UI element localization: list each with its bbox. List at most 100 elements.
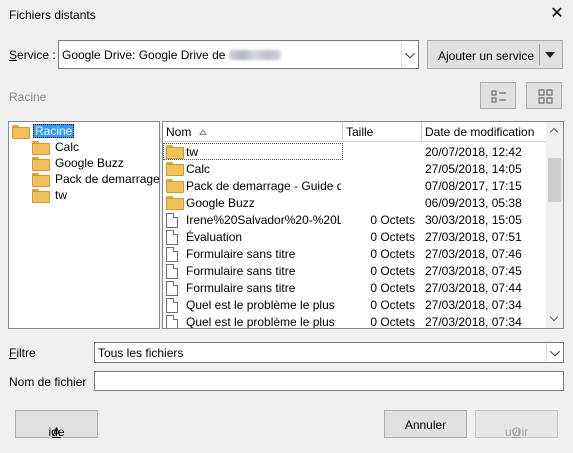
window-title: Fichiers distants	[9, 8, 96, 22]
file-date: 27/05/2018, 14:05	[425, 162, 522, 176]
file-name: Formulaire sans titre	[186, 281, 296, 295]
file-size: 0 Octets	[370, 298, 415, 312]
tree-item-label: Racine	[33, 124, 75, 138]
tree-item-label: Google Buzz	[55, 156, 124, 170]
folder-icon	[166, 145, 184, 159]
tree-item-label: tw	[55, 188, 67, 202]
filter-value: Tous les fichiers	[98, 346, 184, 360]
chevron-down-icon[interactable]	[546, 343, 563, 362]
filename-input[interactable]	[94, 371, 564, 391]
split-divider	[539, 44, 540, 65]
table-row[interactable]: tw 20/07/2018, 12:42	[163, 143, 547, 160]
column-header-label: Nom	[166, 125, 192, 139]
list-view-button[interactable]	[480, 82, 516, 109]
folder-tree[interactable]: Racine Calc Google Buzz Pack de demarrag…	[8, 121, 160, 329]
tree-item-label: Calc	[55, 140, 80, 154]
document-icon	[166, 230, 178, 245]
redacted-account	[229, 50, 282, 60]
service-select[interactable]: Google Drive: Google Drive de	[58, 40, 419, 69]
chevron-down-icon[interactable]	[401, 41, 418, 68]
table-row[interactable]: Google Buzz 06/09/2013, 05:38	[163, 194, 547, 211]
table-row[interactable]: Quel est le problème le plus 0 Octets 27/0…	[163, 296, 547, 313]
filter-label: Filtre	[9, 346, 36, 360]
cancel-button[interactable]: Annuler	[384, 410, 467, 438]
column-header-label: Date de modification	[425, 125, 535, 139]
service-value: Google Drive: Google Drive de	[62, 48, 226, 62]
service-label: Service :	[9, 48, 56, 62]
folder-icon	[32, 189, 50, 203]
folder-icon	[166, 196, 184, 210]
vertical-scrollbar[interactable]	[546, 122, 563, 328]
scroll-down-icon[interactable]	[546, 311, 563, 328]
file-name: Formulaire sans titre	[186, 264, 296, 278]
file-date: 07/08/2017, 17:15	[425, 179, 522, 193]
filename-label: Nom de fichier	[9, 375, 87, 389]
folder-icon	[32, 157, 50, 171]
file-name: Quel est le problème le plus	[186, 298, 335, 312]
sort-ascending-icon	[199, 129, 207, 136]
folder-icon	[166, 179, 184, 193]
file-size: 0 Octets	[370, 247, 415, 261]
file-list[interactable]: Nom Taille Date de modification tw 20/07/…	[162, 121, 564, 329]
file-name: Irene%20Salvador%20-%20L	[186, 213, 341, 227]
table-row[interactable]: Formulaire sans titre 0 Octets 27/03/2018,…	[163, 279, 547, 296]
document-icon	[166, 247, 178, 262]
file-date: 27/03/2018, 07:44	[425, 281, 522, 295]
table-row[interactable]: Formulaire sans titre 0 Octets 27/03/2018,…	[163, 262, 547, 279]
scroll-up-icon[interactable]	[546, 122, 563, 139]
column-header-size[interactable]: Taille	[343, 122, 422, 142]
file-date: 27/03/2018, 07:34	[425, 315, 522, 329]
file-size: 0 Octets	[370, 281, 415, 295]
add-service-button[interactable]: Ajouter un service	[427, 40, 563, 69]
document-icon	[166, 298, 178, 313]
table-row[interactable]: Calc 27/05/2018, 14:05	[163, 160, 547, 177]
icon-view-button[interactable]	[526, 82, 562, 109]
folder-icon	[12, 125, 30, 139]
close-icon[interactable]: ✕	[546, 3, 568, 25]
file-name: Calc	[186, 162, 211, 176]
help-button[interactable]: Aide	[15, 410, 98, 439]
dropdown-arrow-icon[interactable]	[545, 52, 555, 58]
table-row[interactable]: Évaluation 0 Octets 27/03/2018, 07:51	[163, 228, 547, 245]
file-date: 27/03/2018, 07:45	[425, 264, 522, 278]
file-size: 0 Octets	[370, 264, 415, 278]
document-icon	[166, 264, 178, 279]
file-name: Évaluation	[186, 230, 243, 244]
current-path: Racine	[9, 90, 47, 104]
file-date: 30/03/2018, 15:05	[425, 213, 522, 227]
table-row[interactable]: Irene%20Salvador%20-%20L 0 Octets 30/03/20…	[163, 211, 547, 228]
document-icon	[166, 281, 178, 296]
document-icon	[166, 213, 178, 228]
table-row[interactable]: Pack de demarrage - Guide de l'utilisate…	[163, 177, 547, 194]
file-name: Formulaire sans titre	[186, 247, 296, 261]
file-name: Google Buzz	[186, 196, 255, 210]
file-date: 27/03/2018, 07:46	[425, 247, 522, 261]
table-row[interactable]: Quel est le problème le plus 0 Octets 27/0…	[163, 313, 547, 329]
tree-item-label: Pack de demarrage - Guide de l'utilisate…	[55, 172, 160, 186]
icon-view-icon	[538, 89, 553, 104]
folder-icon	[32, 141, 50, 155]
add-service-label: Ajouter un service	[438, 49, 535, 63]
open-button[interactable]: Ouvrir	[475, 410, 558, 439]
column-header-date[interactable]: Date de modification	[422, 122, 547, 142]
file-date: 27/03/2018, 07:51	[425, 230, 522, 244]
filter-select[interactable]: Tous les fichiers	[94, 342, 564, 363]
file-size: 0 Octets	[370, 315, 415, 329]
column-header-name[interactable]: Nom	[163, 122, 343, 142]
file-size: 0 Octets	[370, 213, 415, 227]
file-name: Pack de demarrage - Guide de l'utilisate…	[186, 179, 341, 193]
table-row[interactable]: Formulaire sans titre 0 Octets 27/03/2018,…	[163, 245, 547, 262]
file-size: 0 Octets	[370, 230, 415, 244]
folder-icon	[166, 162, 184, 176]
file-date: 06/09/2013, 05:38	[425, 196, 522, 210]
file-date: 20/07/2018, 12:42	[425, 145, 522, 159]
list-view-icon	[491, 90, 506, 103]
column-header-label: Taille	[346, 125, 374, 139]
document-icon	[166, 315, 178, 328]
folder-icon	[32, 173, 50, 187]
file-date: 27/03/2018, 07:34	[425, 298, 522, 312]
scroll-thumb[interactable]	[548, 158, 561, 202]
file-name: tw	[186, 145, 198, 159]
file-name: Quel est le problème le plus	[186, 315, 335, 329]
cancel-label: Annuler	[404, 418, 447, 432]
